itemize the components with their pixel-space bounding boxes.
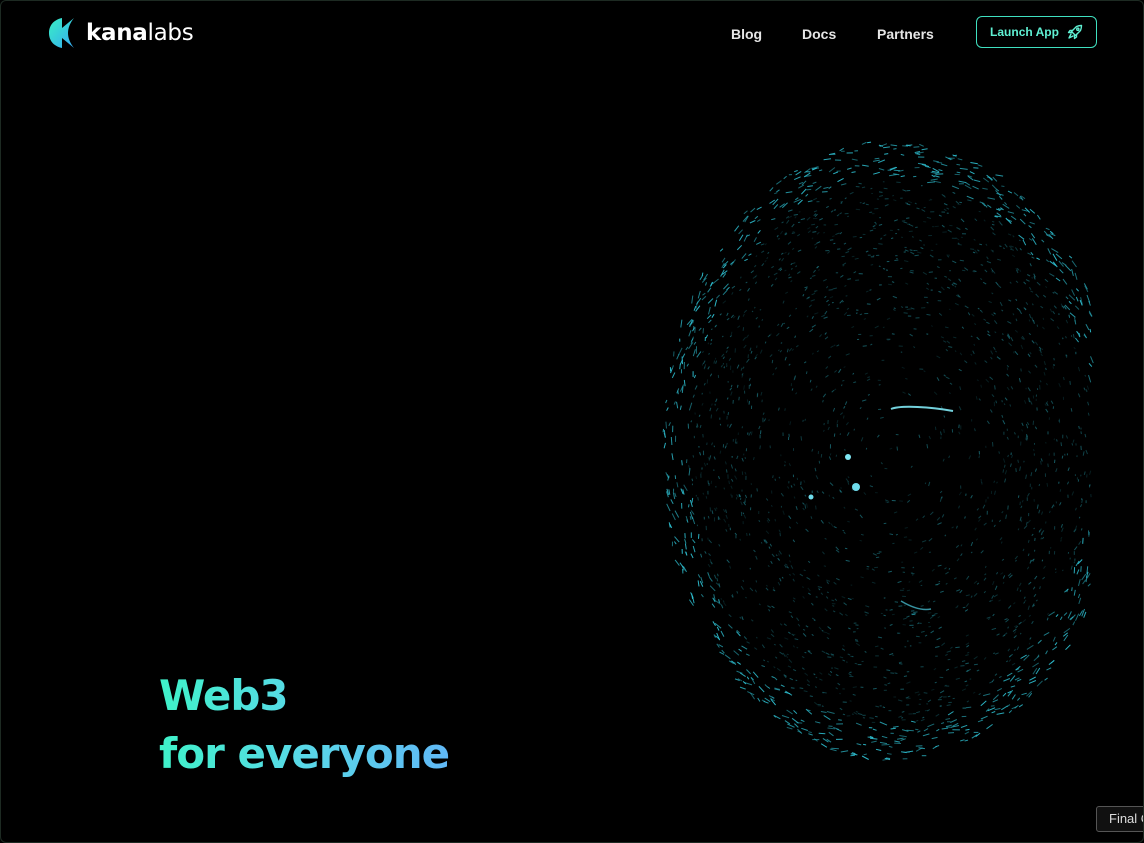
brand-name-bold: kana — [86, 20, 148, 46]
toast-notification[interactable]: Final C — [1096, 806, 1143, 832]
launch-app-label: Launch App — [990, 25, 1059, 39]
launch-app-button[interactable]: Launch App — [976, 16, 1097, 48]
brand-logo[interactable]: kanalabs — [48, 16, 194, 50]
brand-name-light: labs — [147, 20, 194, 46]
particle-cloud — [662, 141, 1094, 761]
nav-link-blog[interactable]: Blog — [731, 24, 762, 44]
hero-line-web3: Web3 — [159, 667, 449, 725]
particle-sphere-visual — [601, 121, 1121, 781]
particle-sphere-graphic — [662, 141, 1094, 761]
rocket-icon — [1067, 24, 1083, 40]
nav-link-docs[interactable]: Docs — [802, 24, 836, 44]
page-frame: kanalabs Blog Docs Partners Launch App W… — [0, 0, 1144, 843]
nav-link-partners[interactable]: Partners — [877, 24, 934, 44]
kana-logo-icon — [49, 18, 74, 48]
brand-wordmark: kanalabs — [86, 20, 194, 46]
hero-heading: Web3 for everyone — [159, 667, 450, 783]
hero-line-for-everyone: for everyone — [159, 725, 450, 783]
